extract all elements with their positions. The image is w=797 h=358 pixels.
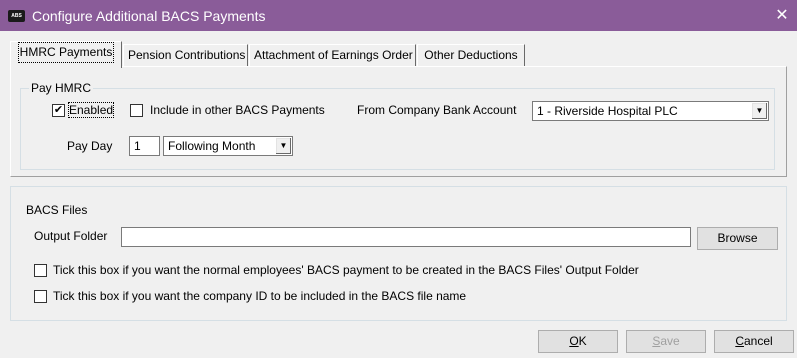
pay-day-label: Pay Day [67, 139, 113, 153]
tab-pension-contributions[interactable]: Pension Contributions [123, 44, 248, 67]
tab-label: Pension Contributions [128, 48, 246, 62]
save-label-rest: ave [660, 334, 680, 348]
tab-label: Other Deductions [424, 48, 518, 62]
tab-attachment-of-earnings-order[interactable]: Attachment of Earnings Order [249, 44, 416, 67]
bank-account-dropdown[interactable]: 1 - Riverside Hospital PLC ▼ [532, 101, 769, 121]
ok-button[interactable]: OK [538, 330, 618, 353]
normal-employees-bacs-label[interactable]: Tick this box if you want the normal emp… [53, 263, 639, 277]
include-in-other-bacs-checkbox[interactable] [130, 104, 143, 117]
include-in-other-bacs-label[interactable]: Include in other BACS Payments [150, 103, 325, 117]
output-folder-label: Output Folder [34, 229, 108, 243]
window-title: Configure Additional BACS Payments [32, 8, 266, 24]
close-icon[interactable]: ✕ [767, 0, 797, 31]
bacs-files-group-label: BACS Files [26, 203, 88, 217]
tab-label: Attachment of Earnings Order [254, 48, 413, 62]
enabled-label[interactable]: Enabled [67, 102, 115, 118]
cancel-mnemonic: C [735, 334, 744, 348]
save-button[interactable]: Save [626, 330, 706, 353]
tab-hmrc-payments[interactable]: HMRC Payments [10, 41, 122, 68]
enabled-checkbox[interactable]: ✔ [52, 104, 65, 117]
output-folder-input[interactable] [121, 227, 691, 247]
pay-day-period-value: Following Month [168, 139, 256, 153]
pay-hmrc-group-label: Pay HMRC [29, 81, 94, 95]
ok-label-rest: K [578, 334, 587, 348]
chevron-down-icon: ▼ [751, 103, 767, 119]
pay-day-period-dropdown[interactable]: Following Month ▼ [163, 136, 293, 156]
cancel-label-rest: ancel [743, 334, 773, 348]
ok-mnemonic: O [569, 334, 579, 348]
bank-account-value: 1 - Riverside Hospital PLC [537, 104, 678, 118]
chevron-down-icon: ▼ [275, 138, 291, 154]
title-bar: ABS Configure Additional BACS Payments ✕ [0, 0, 797, 31]
company-id-label[interactable]: Tick this box if you want the company ID… [53, 289, 466, 303]
cancel-button[interactable]: Cancel [714, 330, 794, 353]
tab-label: HMRC Payments [17, 42, 115, 63]
browse-button[interactable]: Browse [697, 227, 778, 250]
tab-other-deductions[interactable]: Other Deductions [417, 44, 525, 67]
pay-day-input[interactable]: 1 [129, 136, 160, 156]
bank-account-label: From Company Bank Account [357, 103, 517, 117]
normal-employees-bacs-checkbox[interactable] [34, 264, 47, 277]
app-icon: ABS [8, 10, 25, 22]
company-id-checkbox[interactable] [34, 290, 47, 303]
